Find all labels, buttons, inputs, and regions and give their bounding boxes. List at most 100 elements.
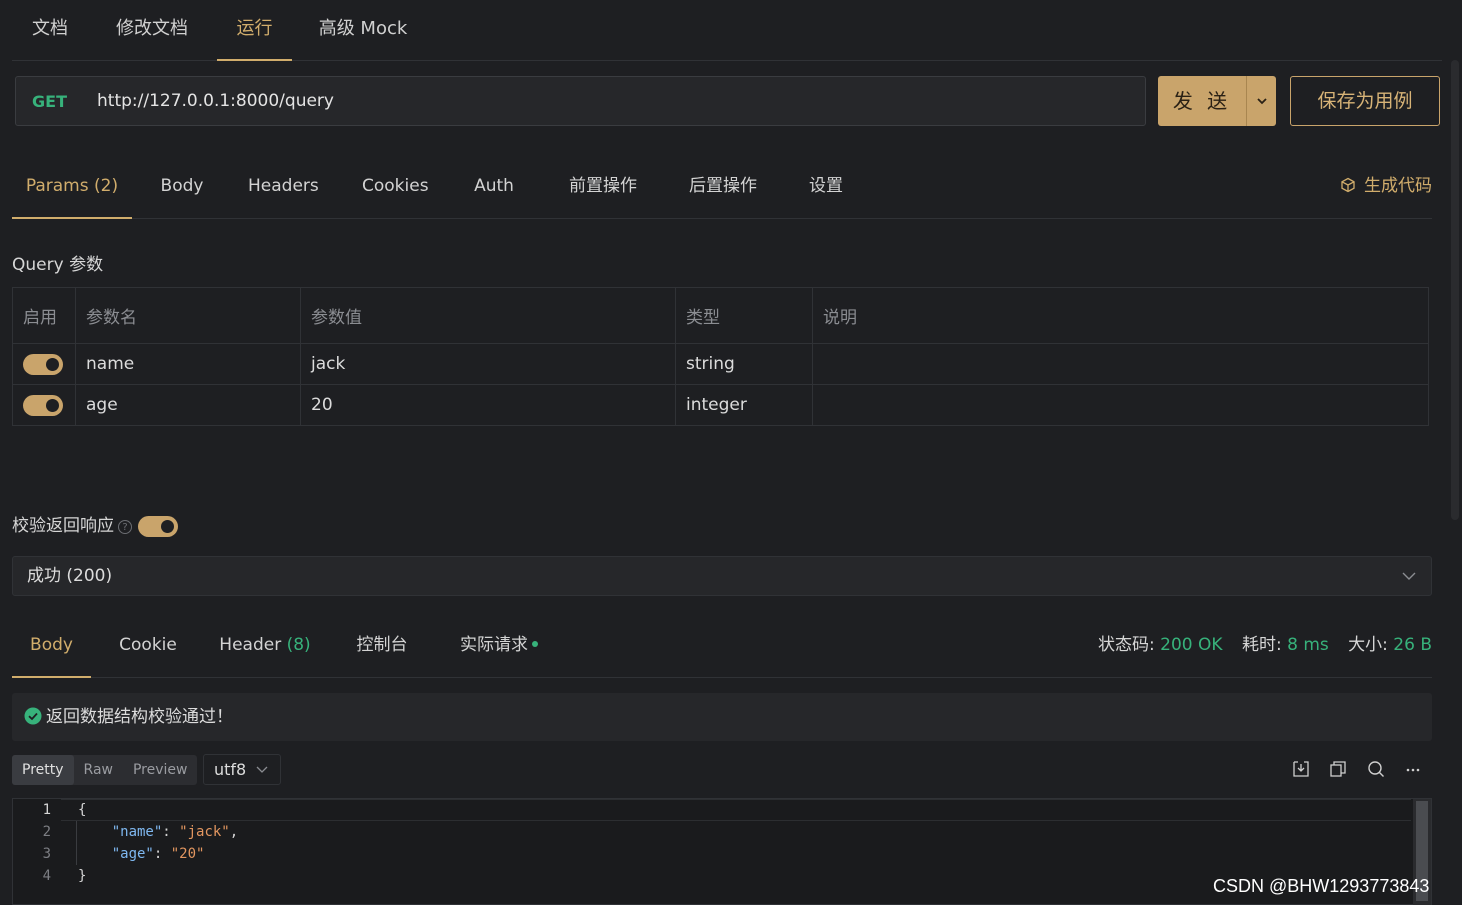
line-number: 2 (42, 824, 51, 840)
tab-post-operations[interactable]: 后置操作 (686, 155, 760, 219)
param-value-cell[interactable]: jack (300, 343, 676, 385)
query-params-title: Query 参数 (12, 255, 104, 275)
column-header: 参数值 (300, 287, 676, 344)
line-number: 1 (42, 802, 51, 818)
chevron-down-icon (1257, 98, 1267, 105)
param-name-cell[interactable]: name (75, 343, 301, 385)
more-icon[interactable] (1404, 760, 1422, 778)
generate-code-button[interactable]: 生成代码 (1340, 155, 1432, 218)
response-select[interactable]: 成功 (200) (12, 556, 1432, 596)
code-line: 1 { (13, 799, 1413, 821)
tab-response-header-count: (8) (286, 635, 311, 655)
view-pretty[interactable]: Pretty (12, 755, 74, 785)
validation-success-banner: 返回数据结构校验通过！ (12, 693, 1432, 741)
response-status: 状态码: 200 OK 耗时: 8 ms 大小: 26 B (1098, 614, 1432, 677)
param-desc-cell[interactable] (812, 384, 1429, 426)
request-tab-bar: Params (2) Body Headers Cookies Auth 前置操… (12, 155, 1432, 219)
code-line: 3 "age": "20" (13, 843, 1413, 865)
json-value: "jack" (179, 824, 230, 840)
enable-cell (12, 343, 76, 385)
table-header-row: 启用 参数名 参数值 类型 说明 (12, 287, 1429, 344)
code-text: { (78, 802, 87, 818)
tab-edit-docs[interactable]: 修改文档 (104, 0, 200, 61)
column-header: 启用 (12, 287, 76, 344)
param-name-cell[interactable]: age (75, 384, 301, 426)
tab-settings[interactable]: 设置 (806, 155, 846, 219)
table-row: name jack string (12, 343, 1429, 385)
view-mode-switch: Pretty Raw Preview (12, 755, 198, 785)
url-input[interactable] (97, 77, 1127, 125)
size-value: 26 B (1393, 635, 1432, 655)
status-dot (532, 641, 538, 647)
tab-console[interactable]: 控制台 (348, 614, 416, 678)
download-icon[interactable] (1292, 760, 1310, 778)
method-select[interactable]: GET (32, 77, 67, 127)
tab-run[interactable]: 运行 (217, 0, 292, 61)
json-colon: : (162, 824, 180, 840)
response-select-value: 成功 (200) (27, 566, 113, 586)
time-label: 耗时: (1241, 635, 1282, 655)
view-preview[interactable]: Preview (123, 755, 198, 785)
tab-headers[interactable]: Headers (248, 155, 319, 219)
params-table: 启用 参数名 参数值 类型 说明 name jack string age 20… (12, 287, 1429, 426)
search-icon[interactable] (1367, 760, 1385, 778)
json-comma: , (229, 824, 239, 840)
status-code-label: 状态码: (1098, 635, 1155, 655)
column-header: 参数名 (75, 287, 301, 344)
param-desc-cell[interactable] (812, 343, 1429, 385)
param-type-cell[interactable]: string (675, 343, 813, 385)
encoding-select[interactable]: utf8 (203, 754, 281, 785)
enable-toggle[interactable] (23, 394, 63, 416)
line-number: 4 (42, 868, 51, 884)
page-scrollbar[interactable] (1451, 60, 1459, 520)
help-icon[interactable]: ? (118, 520, 132, 534)
tab-actual-request-label: 实际请求 (460, 635, 528, 655)
watermark: CSDN @BHW1293773843 (1213, 876, 1430, 896)
view-raw[interactable]: Raw (74, 755, 123, 785)
check-circle-icon (24, 707, 42, 725)
table-row: age 20 integer (12, 384, 1429, 426)
tab-cookies[interactable]: Cookies (362, 155, 429, 219)
code-line: 2 "name": "jack", (13, 821, 1413, 843)
validate-response-label: 校验返回响应 (12, 516, 114, 536)
chevron-down-icon (1402, 572, 1416, 580)
copy-icon[interactable] (1329, 760, 1347, 778)
chevron-down-icon (256, 766, 268, 773)
json-value: "20" (170, 846, 205, 862)
tab-params-count: (2) (94, 176, 119, 196)
tab-params-label: Params (25, 176, 89, 196)
top-tab-bar: 文档 修改文档 运行 高级 Mock (12, 0, 1442, 61)
tab-response-body[interactable]: Body (12, 614, 91, 678)
send-dropdown-button[interactable] (1246, 76, 1276, 126)
line-number: 3 (42, 846, 51, 862)
param-type-cell[interactable]: integer (675, 384, 813, 426)
tab-params[interactable]: Params (2) (12, 155, 132, 219)
tab-docs[interactable]: 文档 (12, 0, 88, 61)
tab-body[interactable]: Body (152, 155, 212, 219)
tab-actual-request[interactable]: 实际请求 (454, 614, 544, 678)
tab-advanced-mock[interactable]: 高级 Mock (310, 0, 416, 61)
time-value: 8 ms (1287, 635, 1329, 655)
tab-response-cookie[interactable]: Cookie (112, 614, 184, 678)
encoding-value: utf8 (214, 760, 247, 779)
tab-response-header[interactable]: Header (8) (218, 614, 312, 678)
url-bar: GET (15, 76, 1146, 126)
json-key: "age" (111, 846, 154, 862)
save-as-case-button[interactable]: 保存为用例 (1290, 76, 1440, 126)
validate-response-row: 校验返回响应? (12, 513, 178, 539)
column-header: 类型 (675, 287, 813, 344)
param-value-cell[interactable]: 20 (300, 384, 676, 426)
enable-toggle[interactable] (23, 353, 63, 375)
code-text: "age": "20" (78, 843, 205, 865)
success-message: 返回数据结构校验通过！ (46, 707, 233, 727)
validate-response-toggle[interactable] (138, 515, 178, 537)
generate-code-label: 生成代码 (1364, 176, 1432, 196)
tab-auth[interactable]: Auth (472, 155, 516, 219)
size-label: 大小: (1348, 635, 1388, 655)
json-colon: : (153, 846, 171, 862)
tab-pre-operations[interactable]: 前置操作 (566, 155, 640, 219)
send-button[interactable]: 发 送 (1158, 76, 1246, 126)
cube-icon (1341, 177, 1355, 193)
code-line: 4 } (13, 865, 1413, 887)
status-code-value: 200 OK (1160, 635, 1223, 655)
